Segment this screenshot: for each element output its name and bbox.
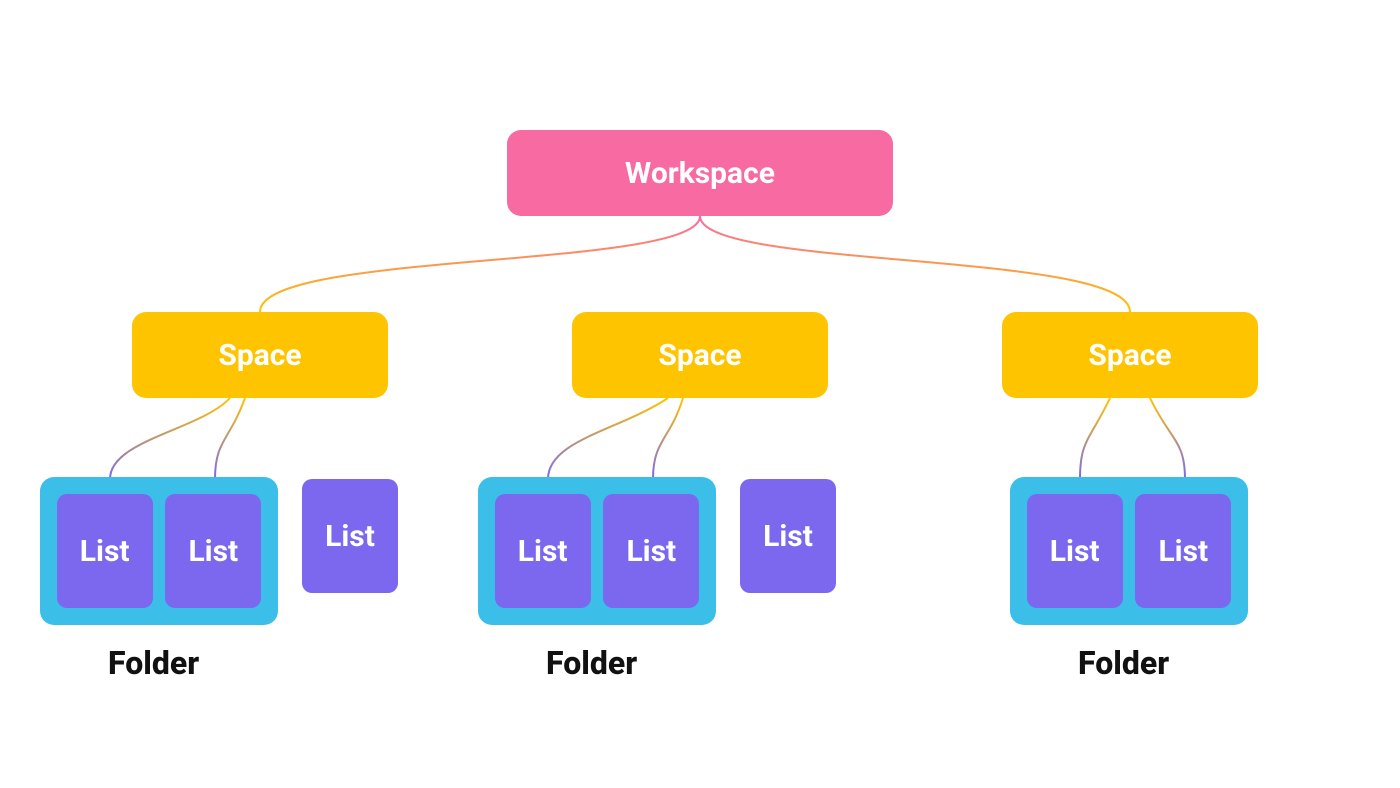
space-node-3: Space: [1002, 312, 1258, 398]
workspace-label: Workspace: [625, 156, 775, 191]
list-label: List: [626, 534, 676, 569]
folder-node-1: List List: [40, 477, 278, 625]
list-label: List: [1050, 534, 1100, 569]
workspace-node: Workspace: [507, 130, 893, 216]
space-label: Space: [1088, 338, 1171, 373]
folder-label-3: Folder: [1078, 644, 1169, 682]
list-label: List: [1158, 534, 1208, 569]
folder-node-3: List List: [1010, 477, 1248, 625]
list-label: List: [518, 534, 568, 569]
list-label: List: [325, 519, 375, 554]
list-node-standalone: List: [740, 479, 836, 593]
folder-node-2: List List: [478, 477, 716, 625]
folder-label-2: Folder: [546, 644, 637, 682]
list-node: List: [57, 494, 153, 608]
list-label: List: [763, 519, 813, 554]
space-label: Space: [218, 338, 301, 373]
list-node: List: [495, 494, 591, 608]
list-node: List: [165, 494, 261, 608]
space-node-2: Space: [572, 312, 828, 398]
folder-label-1: Folder: [108, 644, 199, 682]
list-node-standalone: List: [302, 479, 398, 593]
space-label: Space: [658, 338, 741, 373]
space-node-1: Space: [132, 312, 388, 398]
list-node: List: [603, 494, 699, 608]
list-label: List: [188, 534, 238, 569]
list-label: List: [80, 534, 130, 569]
list-node: List: [1135, 494, 1231, 608]
list-node: List: [1027, 494, 1123, 608]
